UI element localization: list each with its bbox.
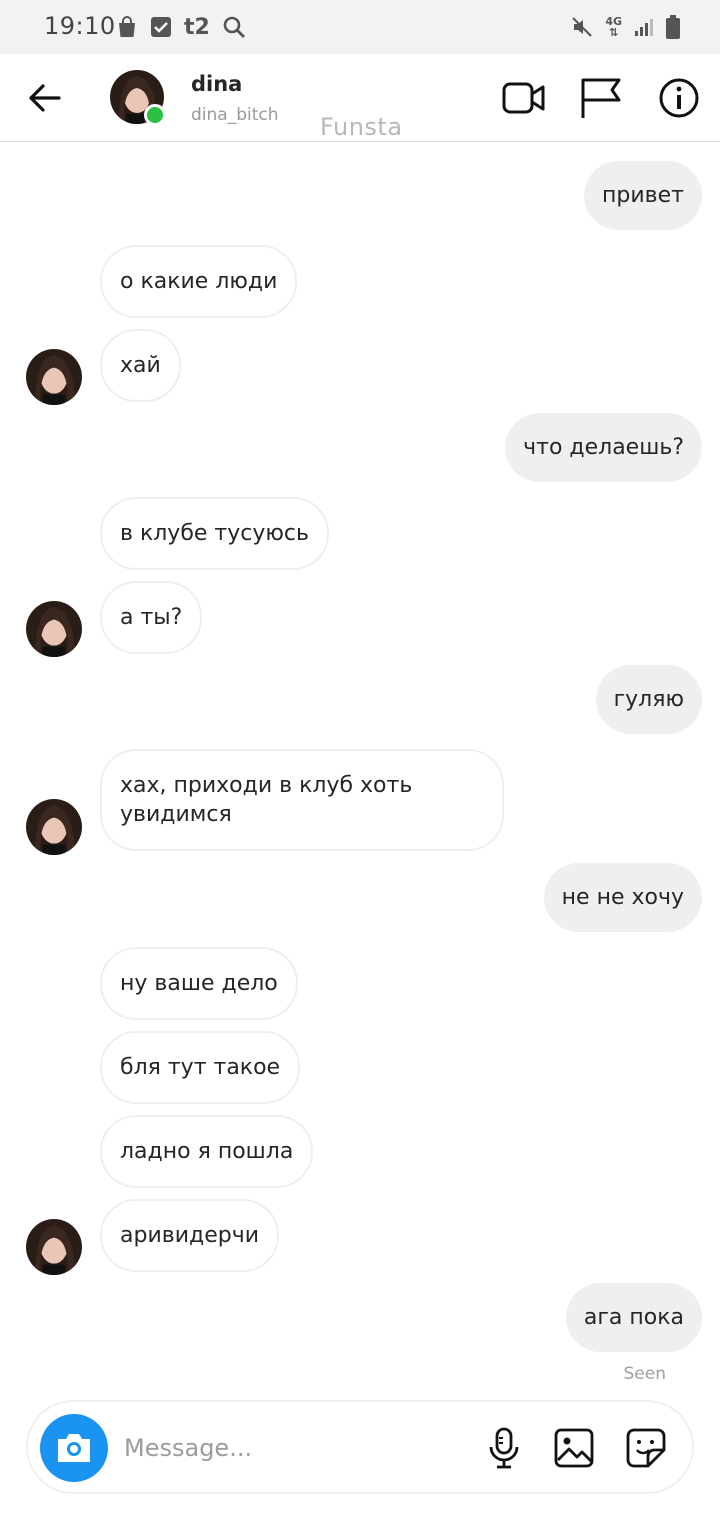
network-label: 4G bbox=[605, 15, 622, 28]
shopping-bag-icon bbox=[119, 16, 135, 37]
gallery-icon bbox=[554, 1428, 594, 1468]
battery-icon bbox=[666, 15, 680, 39]
report-button[interactable] bbox=[577, 74, 625, 122]
profile-photo bbox=[26, 601, 82, 657]
sticker-button[interactable] bbox=[624, 1426, 668, 1470]
message-bubble-incoming[interactable]: хай bbox=[100, 329, 181, 402]
mute-icon bbox=[572, 17, 593, 37]
search-icon bbox=[223, 16, 245, 38]
message-bubble-outgoing[interactable]: что делаешь? bbox=[505, 413, 702, 482]
message-bubble-outgoing[interactable]: гуляю bbox=[595, 665, 702, 734]
message-bubble-incoming[interactable]: хах, приходи в клуб хоть увидимся bbox=[100, 749, 504, 851]
checkbox-icon bbox=[151, 17, 171, 37]
back-arrow-icon bbox=[29, 84, 61, 112]
profile-photo bbox=[26, 349, 82, 405]
message-bubble-outgoing[interactable]: привет bbox=[584, 161, 702, 230]
sender-avatar[interactable] bbox=[26, 1219, 82, 1275]
profile-photo bbox=[26, 1219, 82, 1275]
microphone-icon bbox=[489, 1427, 519, 1469]
message-bubble-incoming[interactable]: аривидерчи bbox=[100, 1199, 280, 1272]
gallery-button[interactable] bbox=[552, 1426, 596, 1470]
message-bubble-outgoing[interactable]: не не хочу bbox=[543, 863, 702, 932]
sender-avatar[interactable] bbox=[26, 349, 82, 405]
t2-icon: t2 bbox=[184, 14, 210, 40]
info-icon bbox=[659, 78, 699, 118]
contact-name[interactable]: dina bbox=[191, 72, 242, 96]
online-status-indicator bbox=[144, 104, 166, 126]
camera-button[interactable] bbox=[40, 1414, 108, 1482]
message-bubble-incoming[interactable]: а ты? bbox=[100, 581, 203, 654]
sender-avatar[interactable] bbox=[26, 799, 82, 855]
message-bubble-incoming[interactable]: ну ваше дело bbox=[100, 947, 298, 1020]
message-thread[interactable]: привет о какие люди хай что делаешь? в к… bbox=[0, 143, 720, 1388]
status-bar: 19:10 t2 4G ⇅ bbox=[0, 0, 720, 54]
back-button[interactable] bbox=[26, 78, 64, 118]
video-call-icon bbox=[502, 82, 545, 114]
profile-photo bbox=[26, 799, 82, 855]
video-call-button[interactable] bbox=[500, 74, 548, 122]
funsta-watermark: Funsta bbox=[320, 113, 403, 141]
sticker-icon bbox=[626, 1428, 666, 1468]
camera-icon bbox=[58, 1434, 90, 1462]
message-bubble-incoming[interactable]: бля тут такое bbox=[100, 1031, 301, 1104]
sender-avatar[interactable] bbox=[26, 601, 82, 657]
message-bubble-incoming[interactable]: ладно я пошла bbox=[100, 1115, 314, 1188]
network-4g-icon: 4G ⇅ bbox=[605, 15, 622, 39]
flag-icon bbox=[581, 78, 621, 118]
status-time: 19:10 bbox=[44, 12, 116, 40]
message-composer bbox=[26, 1400, 694, 1494]
info-button[interactable] bbox=[655, 74, 703, 122]
message-input[interactable] bbox=[124, 1428, 464, 1468]
signal-icon bbox=[635, 19, 653, 36]
message-bubble-incoming[interactable]: в клубе тусуюсь bbox=[100, 497, 329, 570]
message-bubble-incoming[interactable]: о какие люди bbox=[100, 245, 298, 318]
chat-header: dina dina_bitch Funsta bbox=[0, 54, 720, 142]
contact-username[interactable]: dina_bitch bbox=[191, 105, 279, 125]
voice-message-button[interactable] bbox=[482, 1426, 526, 1470]
seen-status: Seen bbox=[623, 1364, 666, 1384]
message-bubble-outgoing[interactable]: ага пока bbox=[565, 1283, 702, 1352]
